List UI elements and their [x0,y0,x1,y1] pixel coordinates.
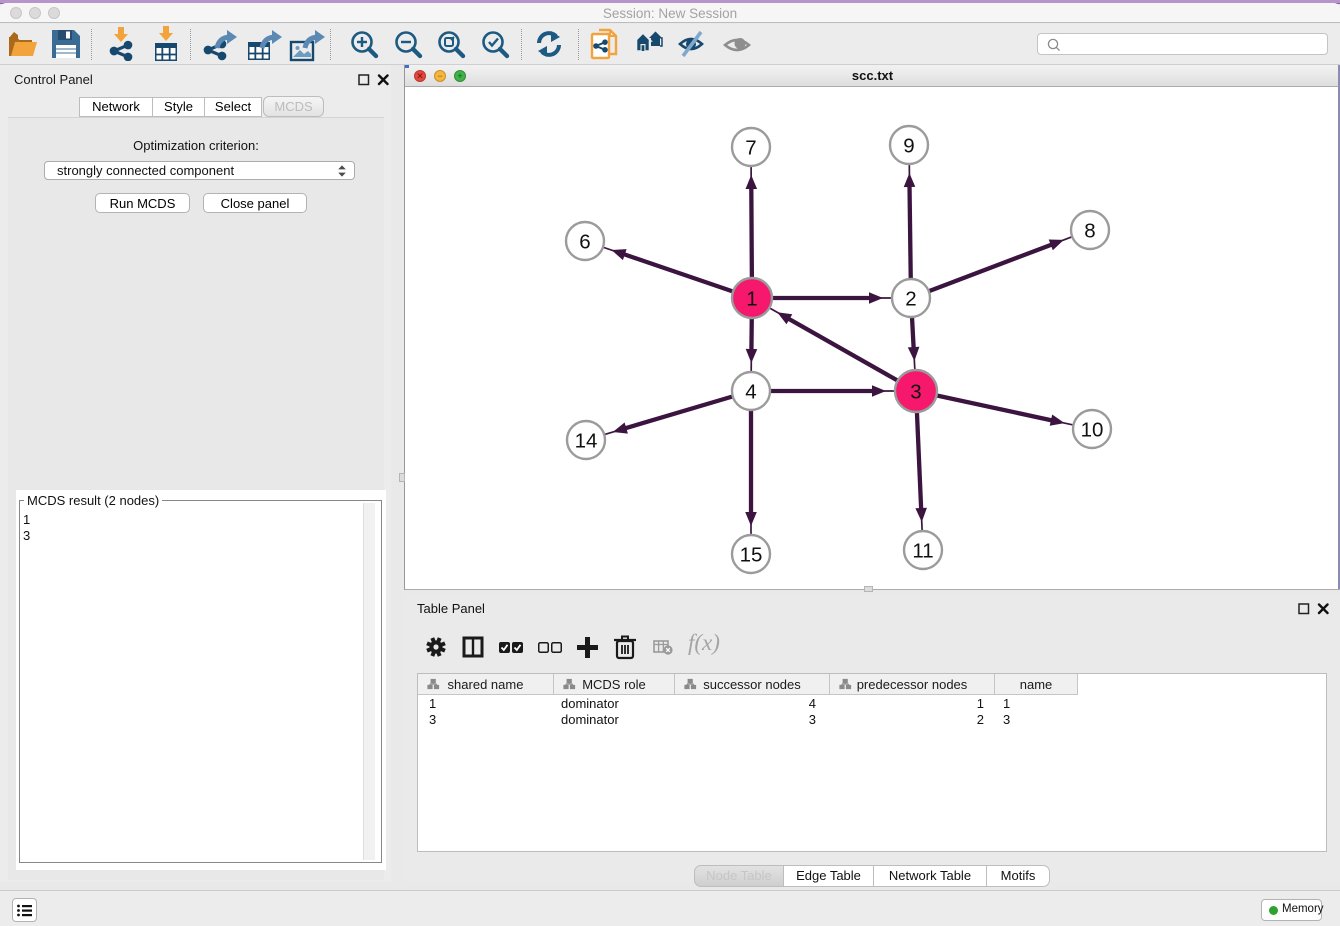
svg-text:3: 3 [910,381,921,404]
svg-text:14: 14 [575,430,598,453]
svg-text:7: 7 [745,137,756,160]
svg-text:2: 2 [905,288,916,311]
svg-text:1: 1 [746,288,757,311]
svg-text:4: 4 [745,381,756,404]
svg-text:9: 9 [903,135,914,158]
svg-text:11: 11 [912,540,933,563]
svg-text:10: 10 [1081,419,1104,442]
svg-text:15: 15 [740,544,763,567]
svg-text:8: 8 [1084,220,1095,243]
svg-text:6: 6 [579,231,590,254]
